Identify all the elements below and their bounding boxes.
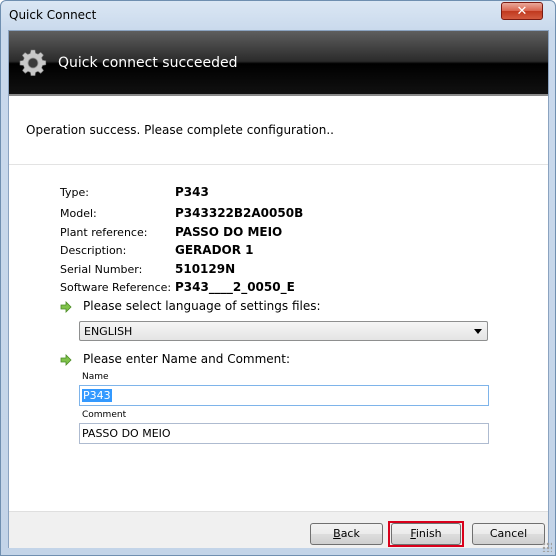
back-button[interactable]: Back (310, 523, 383, 545)
finish-label: inish (415, 527, 442, 540)
gear-icon (19, 49, 47, 76)
dialog-content: Quick connect succeeded Operation succes… (8, 30, 549, 548)
close-icon: ✕ (516, 4, 528, 19)
title-bar[interactable]: Quick Connect ✕ (1, 1, 555, 31)
back-mnemonic: B (333, 527, 341, 540)
model-label: Model: (60, 207, 97, 220)
comment-input-value: PASSO DO MEIO (82, 427, 171, 440)
green-arrow-icon (60, 301, 72, 313)
name-comment-prompt: Please enter Name and Comment: (83, 352, 291, 366)
comment-input[interactable]: PASSO DO MEIO (79, 423, 489, 444)
close-button[interactable]: ✕ (501, 2, 543, 20)
language-selected-value: ENGLISH (84, 325, 133, 338)
serial-number-value: 510129N (175, 262, 236, 276)
cancel-button[interactable]: Cancel (472, 523, 545, 545)
banner-divider (9, 94, 548, 96)
serial-number-label: Serial Number: (60, 263, 143, 276)
language-select[interactable]: ENGLISH (79, 321, 488, 341)
description-value: GERADOR 1 (175, 243, 254, 257)
name-label: Name (82, 372, 109, 382)
comment-label: Comment (82, 410, 127, 420)
window-title: Quick Connect (9, 8, 97, 22)
resize-grip[interactable] (542, 542, 552, 552)
software-reference-value: P343____2_0050_E (175, 280, 295, 294)
language-prompt: Please select language of settings files… (83, 299, 321, 313)
banner-title: Quick connect succeeded (58, 55, 238, 71)
type-label: Type: (60, 186, 89, 199)
back-label: ack (340, 527, 360, 540)
model-value: P343322B2A0050B (175, 206, 304, 220)
chevron-down-icon (474, 329, 482, 334)
description-label: Description: (60, 244, 127, 257)
name-input[interactable]: P343 (79, 385, 489, 406)
quick-connect-window: Quick Connect ✕ Quick connect succeeded … (0, 0, 556, 556)
status-message: Operation success. Please complete confi… (26, 123, 334, 137)
divider (9, 164, 548, 165)
button-bar (9, 511, 548, 548)
type-value: P343 (175, 185, 209, 199)
plant-reference-label: Plant reference: (60, 226, 148, 239)
name-input-value: P343 (82, 389, 112, 402)
green-arrow-icon (60, 354, 72, 366)
plant-reference-value: PASSO DO MEIO (175, 225, 283, 239)
finish-button[interactable]: Finish (391, 523, 461, 545)
header-banner: Quick connect succeeded (9, 31, 548, 94)
software-reference-label: Software Reference: (60, 281, 172, 294)
